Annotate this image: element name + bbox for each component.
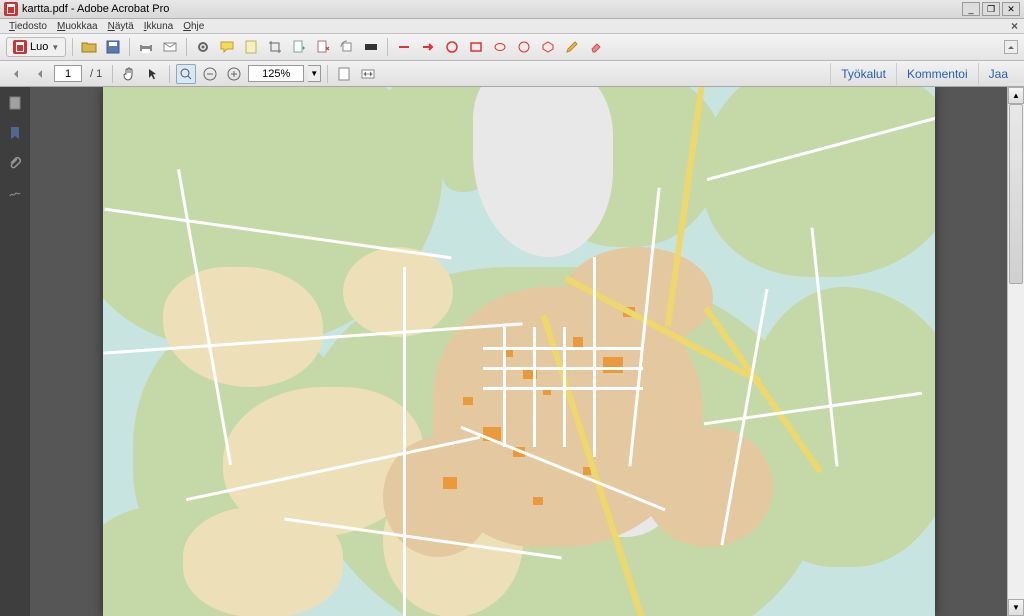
comment-link[interactable]: Kommentoi	[896, 63, 978, 85]
signatures-icon[interactable]	[7, 185, 23, 201]
attachments-icon[interactable]	[7, 155, 23, 171]
crop-button[interactable]	[265, 37, 285, 57]
separator	[112, 65, 113, 83]
ellipse-fill-tool[interactable]	[490, 37, 510, 57]
separator	[327, 65, 328, 83]
create-label: Luo	[30, 41, 48, 53]
title-bar: kartta.pdf - Adobe Acrobat Pro _ ❐ ✕	[0, 0, 1024, 19]
menu-window[interactable]: Ikkuna	[139, 21, 178, 32]
page-total: / 1	[86, 68, 106, 80]
separator	[129, 38, 130, 56]
rect-tool[interactable]	[466, 37, 486, 57]
oval-tool[interactable]	[514, 37, 534, 57]
close-button[interactable]: ✕	[1002, 2, 1020, 16]
maximize-button[interactable]: ❐	[982, 2, 1000, 16]
toolbar-main: Luo ▼	[0, 34, 1024, 61]
page-insert-button[interactable]	[289, 37, 309, 57]
minimize-button[interactable]: _	[962, 2, 980, 16]
email-button[interactable]	[160, 37, 180, 57]
scroll-thumb[interactable]	[1009, 104, 1023, 284]
separator	[186, 38, 187, 56]
page-delete-button[interactable]	[313, 37, 333, 57]
thumbnails-icon[interactable]	[7, 95, 23, 111]
work-area: ▲ ▼	[0, 87, 1024, 616]
scroll-down-button[interactable]: ▼	[1008, 599, 1024, 616]
chevron-down-icon: ▼	[51, 43, 59, 52]
pencil-tool[interactable]	[562, 37, 582, 57]
create-button[interactable]: Luo ▼	[6, 37, 66, 57]
vertical-scrollbar[interactable]: ▲ ▼	[1007, 87, 1024, 616]
settings-button[interactable]	[193, 37, 213, 57]
separator	[72, 38, 73, 56]
toolbar-nav: / 1 ▼ Työkalut Kommentoi Jaa	[0, 61, 1024, 87]
fit-width-button[interactable]	[358, 64, 378, 84]
tools-link[interactable]: Työkalut	[830, 63, 896, 85]
toolbar-collapse-button[interactable]	[1004, 40, 1018, 54]
arrow-tool[interactable]	[418, 37, 438, 57]
line-tool[interactable]	[394, 37, 414, 57]
pdf-icon	[13, 40, 27, 54]
map-document	[103, 87, 935, 616]
document-viewport[interactable]	[30, 87, 1007, 616]
first-page-button[interactable]	[6, 64, 26, 84]
hand-tool[interactable]	[119, 64, 139, 84]
open-button[interactable]	[79, 37, 99, 57]
window-title: kartta.pdf - Adobe Acrobat Pro	[22, 3, 169, 15]
zoom-marquee-button[interactable]	[176, 64, 196, 84]
rotate-button[interactable]	[337, 37, 357, 57]
scroll-up-button[interactable]: ▲	[1008, 87, 1024, 104]
fit-page-button[interactable]	[334, 64, 354, 84]
zoom-in-button[interactable]	[224, 64, 244, 84]
eraser-tool[interactable]	[586, 37, 606, 57]
scroll-track[interactable]	[1008, 104, 1024, 599]
save-button[interactable]	[103, 37, 123, 57]
document-close-button[interactable]: ×	[1011, 19, 1024, 33]
select-tool[interactable]	[143, 64, 163, 84]
zoom-input[interactable]	[248, 65, 304, 82]
note-button[interactable]	[241, 37, 261, 57]
menu-bar: Tiedosto Muokkaa Näytä Ikkuna Ohje ×	[0, 19, 1024, 34]
page-input[interactable]	[54, 65, 82, 82]
circle-tool[interactable]	[442, 37, 462, 57]
right-panel-links: Työkalut Kommentoi Jaa	[830, 63, 1018, 85]
print-button[interactable]	[136, 37, 156, 57]
menu-help[interactable]: Ohje	[178, 21, 209, 32]
separator	[169, 65, 170, 83]
app-icon	[4, 2, 18, 16]
comment-button[interactable]	[217, 37, 237, 57]
window-controls: _ ❐ ✕	[962, 2, 1020, 16]
redact-button[interactable]	[361, 37, 381, 57]
separator	[387, 38, 388, 56]
share-link[interactable]: Jaa	[978, 63, 1018, 85]
menu-file[interactable]: Tiedosto	[4, 21, 52, 32]
menu-view[interactable]: Näytä	[103, 21, 139, 32]
prev-page-button[interactable]	[30, 64, 50, 84]
navigation-pane	[0, 87, 30, 616]
zoom-out-button[interactable]	[200, 64, 220, 84]
polygon-tool[interactable]	[538, 37, 558, 57]
bookmarks-icon[interactable]	[7, 125, 23, 141]
zoom-dropdown[interactable]: ▼	[308, 65, 321, 82]
menu-edit[interactable]: Muokkaa	[52, 21, 103, 32]
